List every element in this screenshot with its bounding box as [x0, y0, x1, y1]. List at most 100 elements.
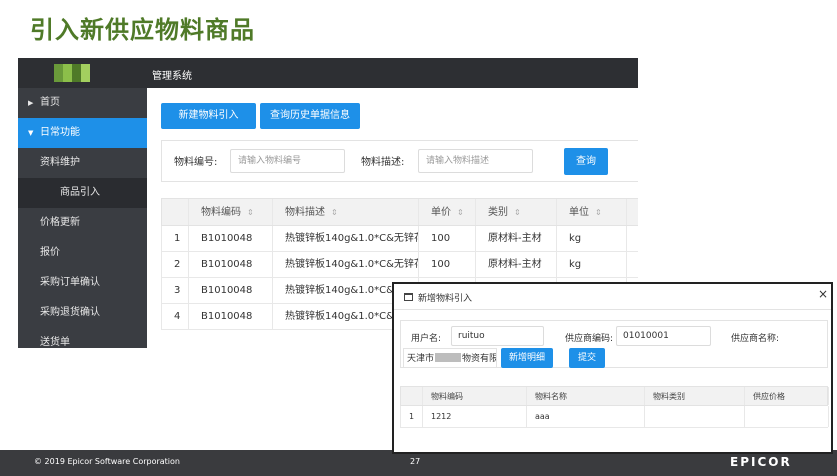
sidebar-item-label: 价格更新 — [40, 217, 80, 228]
cell-unit: kg — [557, 252, 627, 277]
dialog-title: 新增物料引入 — [418, 294, 473, 304]
supplier-name-label: 供应商名称: — [731, 334, 780, 344]
app-topbar: 管理系统 — [18, 58, 638, 88]
sidebar-item-return-confirm[interactable]: 采购退货确认 — [18, 298, 147, 328]
column-header-unit[interactable]: 单位 ⇕ — [557, 199, 627, 225]
cell-index: 2 — [162, 252, 189, 277]
column-header-label: 物料描述 — [285, 207, 325, 218]
copyright-text: © 2019 Epicor Software Corporation — [34, 457, 180, 466]
sort-icon[interactable]: ⇕ — [595, 208, 602, 217]
sidebar-item-daily-functions[interactable]: ▼ 日常功能 — [18, 118, 147, 148]
column-header-code[interactable]: 物料编码 ⇕ — [189, 199, 273, 225]
column-header-category[interactable]: 类别 ⇕ — [476, 199, 557, 225]
cell-category: 原材料-主材 — [476, 226, 557, 251]
cell-price: 100 — [419, 252, 476, 277]
table-row[interactable]: 1 1212 aaa — [400, 406, 829, 428]
sort-icon[interactable]: ⇕ — [247, 208, 254, 217]
material-code-label: 物料编号: — [174, 157, 218, 168]
new-material-import-button[interactable]: 新建物料引入 — [161, 103, 256, 129]
cell-index: 3 — [162, 278, 189, 303]
column-header-label: 单位 — [569, 207, 589, 218]
cell-description: 热镀锌板140g&1.0*C&无锌花 — [273, 226, 419, 251]
logo-image — [54, 64, 90, 82]
caret-right-icon: ▶ — [28, 99, 34, 107]
column-header-material-name: 物料名称 — [527, 387, 645, 405]
query-history-button[interactable]: 查询历史单据信息 — [260, 103, 360, 129]
column-header-description[interactable]: 物料描述 ⇕ — [273, 199, 419, 225]
logo — [18, 58, 147, 88]
detail-table-header: 物料编码 物料名称 物料类别 供应价格 — [400, 386, 829, 406]
query-button[interactable]: 查询 — [564, 148, 608, 175]
supplier-name-suffix: 物资有限公司 — [462, 354, 496, 364]
supplier-code-field[interactable]: 01010001 — [616, 326, 711, 346]
table-row[interactable]: 1 B1010048 热镀锌板140g&1.0*C&无锌花 100 原材料-主材… — [161, 226, 638, 252]
column-header-index — [401, 387, 423, 405]
sidebar-item-product-import[interactable]: 商品引入 — [18, 178, 147, 208]
sidebar-item-label: 送货单 — [40, 337, 70, 348]
cell-code: B1010048 — [189, 252, 273, 277]
cell-code: B1010048 — [189, 304, 273, 329]
sidebar-item-po-confirm[interactable]: 采购订单确认 — [18, 268, 147, 298]
new-material-import-dialog: 新增物料引入 × 用户名: ruituo 供应商编码: 01010001 供应商… — [392, 282, 833, 454]
sidebar-item-label: 资料维护 — [40, 157, 80, 168]
cell-index: 1 — [401, 406, 423, 427]
cell-price: 100 — [419, 226, 476, 251]
column-header-price[interactable]: 单价 ⇕ — [419, 199, 476, 225]
supplier-code-label: 供应商编码: — [565, 334, 614, 344]
dialog-form: 用户名: ruituo 供应商编码: 01010001 供应商名称: 天津市 物资… — [400, 320, 828, 368]
app-title: 管理系统 — [152, 71, 192, 82]
sidebar-item-quote[interactable]: 报价 — [18, 238, 147, 268]
column-header-material-category: 物料类别 — [645, 387, 745, 405]
supplier-name-prefix: 天津市 — [407, 354, 435, 364]
cell-index: 4 — [162, 304, 189, 329]
submit-button[interactable]: 提交 — [569, 348, 605, 368]
column-header-material-code: 物料编码 — [423, 387, 527, 405]
brand-logo: EPICOR — [730, 455, 792, 469]
sort-icon[interactable]: ⇕ — [514, 208, 521, 217]
cell-code: B1010048 — [189, 278, 273, 303]
cell-material-code[interactable]: 1212 — [423, 406, 527, 427]
supplier-name-field[interactable]: 天津市 物资有限公司 — [403, 348, 497, 368]
column-header-label: 物料编码 — [201, 207, 241, 218]
sidebar-item-label: 商品引入 — [60, 187, 100, 198]
close-icon[interactable]: × — [818, 287, 828, 301]
sidebar-item-price-update[interactable]: 价格更新 — [18, 208, 147, 238]
table-row[interactable]: 2 B1010048 热镀锌板140g&1.0*C&无锌花 100 原材料-主材… — [161, 252, 638, 278]
add-detail-button[interactable]: 新增明细 — [501, 348, 553, 368]
sidebar-item-label: 采购订单确认 — [40, 277, 100, 288]
sort-icon[interactable]: ⇕ — [457, 208, 464, 217]
cell-material-category[interactable] — [645, 406, 745, 427]
material-desc-label: 物料描述: — [361, 157, 405, 168]
redacted-text — [435, 353, 462, 362]
cell-unit: kg — [557, 226, 627, 251]
sidebar-item-label: 采购退货确认 — [40, 307, 100, 318]
cell-code: B1010048 — [189, 226, 273, 251]
sort-icon[interactable]: ⇕ — [331, 208, 338, 217]
material-code-input[interactable]: 请输入物料编号 — [230, 149, 345, 173]
sidebar-item-home[interactable]: ▶ 首页 — [18, 88, 147, 118]
column-header-label: 类别 — [488, 207, 508, 218]
cell-category: 原材料-主材 — [476, 252, 557, 277]
cell-index: 1 — [162, 226, 189, 251]
username-label: 用户名: — [411, 334, 442, 344]
page-number: 27 — [410, 457, 421, 466]
cell-material-name[interactable]: aaa — [527, 406, 645, 427]
cell-description: 热镀锌板140g&1.0*C&无锌花 — [273, 252, 419, 277]
sidebar-item-label: 报价 — [40, 247, 60, 258]
sidebar-item-delivery-note[interactable]: 送货单 — [18, 328, 147, 348]
sidebar-item-data-maintenance[interactable]: 资料维护 — [18, 148, 147, 178]
caret-down-icon: ▼ — [28, 129, 34, 137]
search-panel: 物料编号: 请输入物料编号 物料描述: 请输入物料描述 查询 — [161, 140, 638, 182]
window-icon — [404, 293, 413, 301]
column-header-supply-price: 供应价格 — [745, 387, 829, 405]
sidebar-item-label: 日常功能 — [40, 127, 80, 138]
username-field[interactable]: ruituo — [451, 326, 544, 346]
sidebar-item-label: 首页 — [40, 97, 60, 108]
table-header: 物料编码 ⇕ 物料描述 ⇕ 单价 ⇕ 类别 ⇕ 单位 ⇕ — [161, 198, 638, 226]
material-desc-input[interactable]: 请输入物料描述 — [418, 149, 533, 173]
cell-supply-price[interactable] — [745, 406, 829, 427]
slide-title: 引入新供应物料商品 — [30, 16, 255, 44]
column-header-label: 单价 — [431, 207, 451, 218]
dialog-header: 新增物料引入 × — [394, 284, 831, 310]
column-header-index — [162, 199, 189, 225]
